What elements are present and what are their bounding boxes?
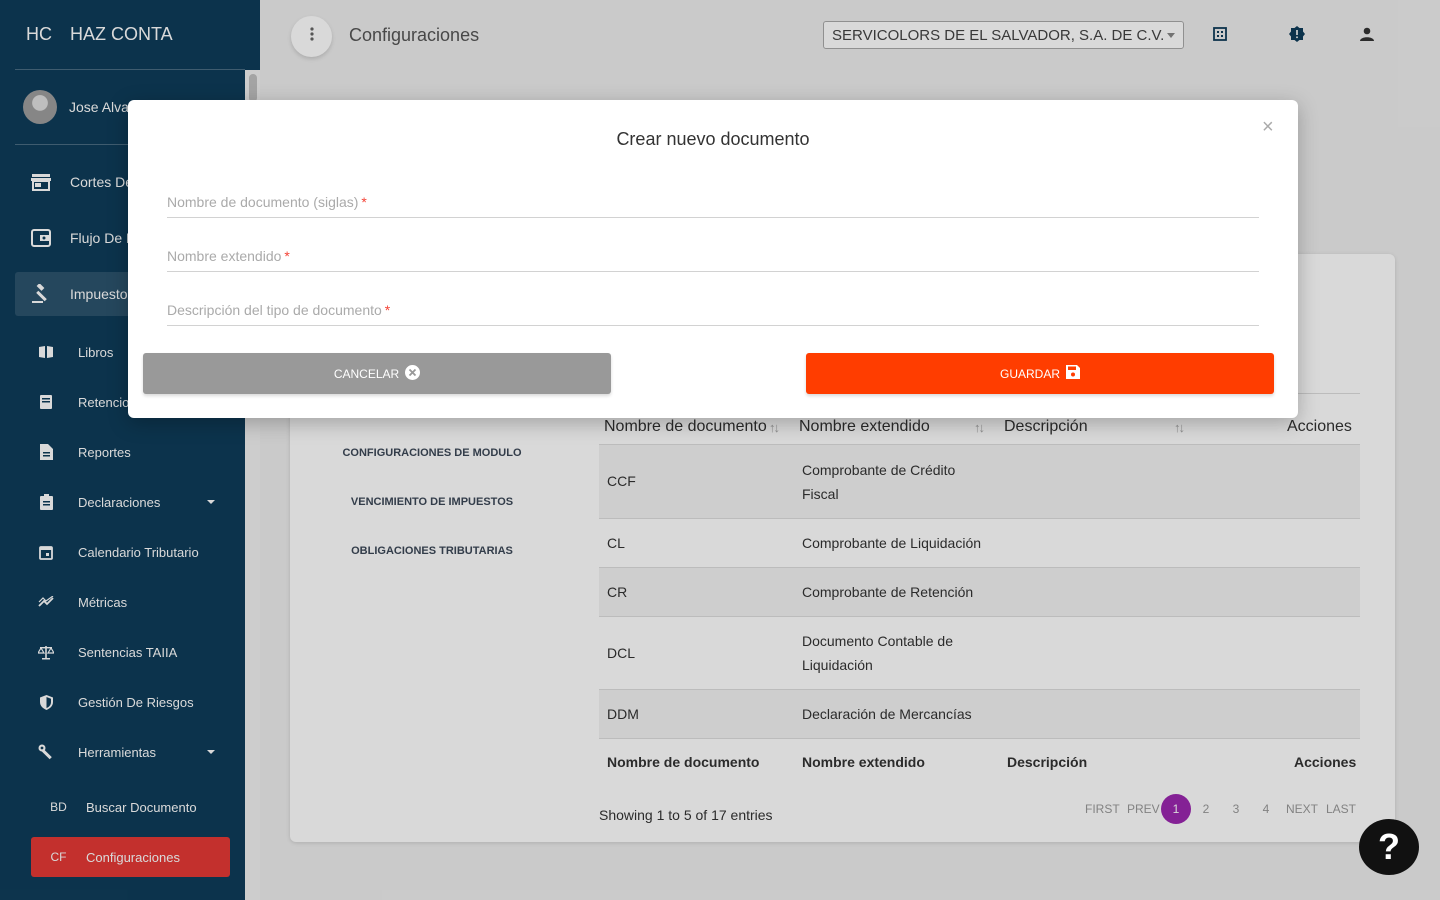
field-label-text: Nombre extendido xyxy=(167,248,282,264)
field-label-text: Nombre de documento (siglas) xyxy=(167,194,359,210)
field-label-text: Descripción del tipo de documento xyxy=(167,302,382,318)
extended-name-field[interactable]: Nombre extendido * xyxy=(167,240,1259,272)
cancel-button[interactable]: CANCELAR xyxy=(143,353,611,394)
save-button[interactable]: GUARDAR xyxy=(806,353,1274,394)
required-marker: * xyxy=(384,302,391,318)
field-label: Nombre extendido * xyxy=(167,248,290,264)
save-button-label: GUARDAR xyxy=(999,366,1060,381)
help-button[interactable]: ? xyxy=(1359,819,1419,875)
cancel-button-label: CANCELAR xyxy=(333,366,400,381)
description-field[interactable]: Descripción del tipo de documento * xyxy=(167,294,1259,326)
cancel-circle-icon xyxy=(405,364,421,383)
create-document-modal: Crear nuevo documento × Nombre de docume… xyxy=(128,100,1298,418)
save-icon xyxy=(1066,365,1080,382)
document-abbr-field[interactable]: Nombre de documento (siglas) * xyxy=(167,186,1259,218)
modal-title: Crear nuevo documento xyxy=(616,129,810,149)
field-label: Nombre de documento (siglas) * xyxy=(167,194,367,210)
required-marker: * xyxy=(361,194,367,210)
close-icon[interactable]: × xyxy=(1262,116,1274,139)
required-marker: * xyxy=(284,248,290,264)
field-label: Descripción del tipo de documento * xyxy=(167,302,390,318)
